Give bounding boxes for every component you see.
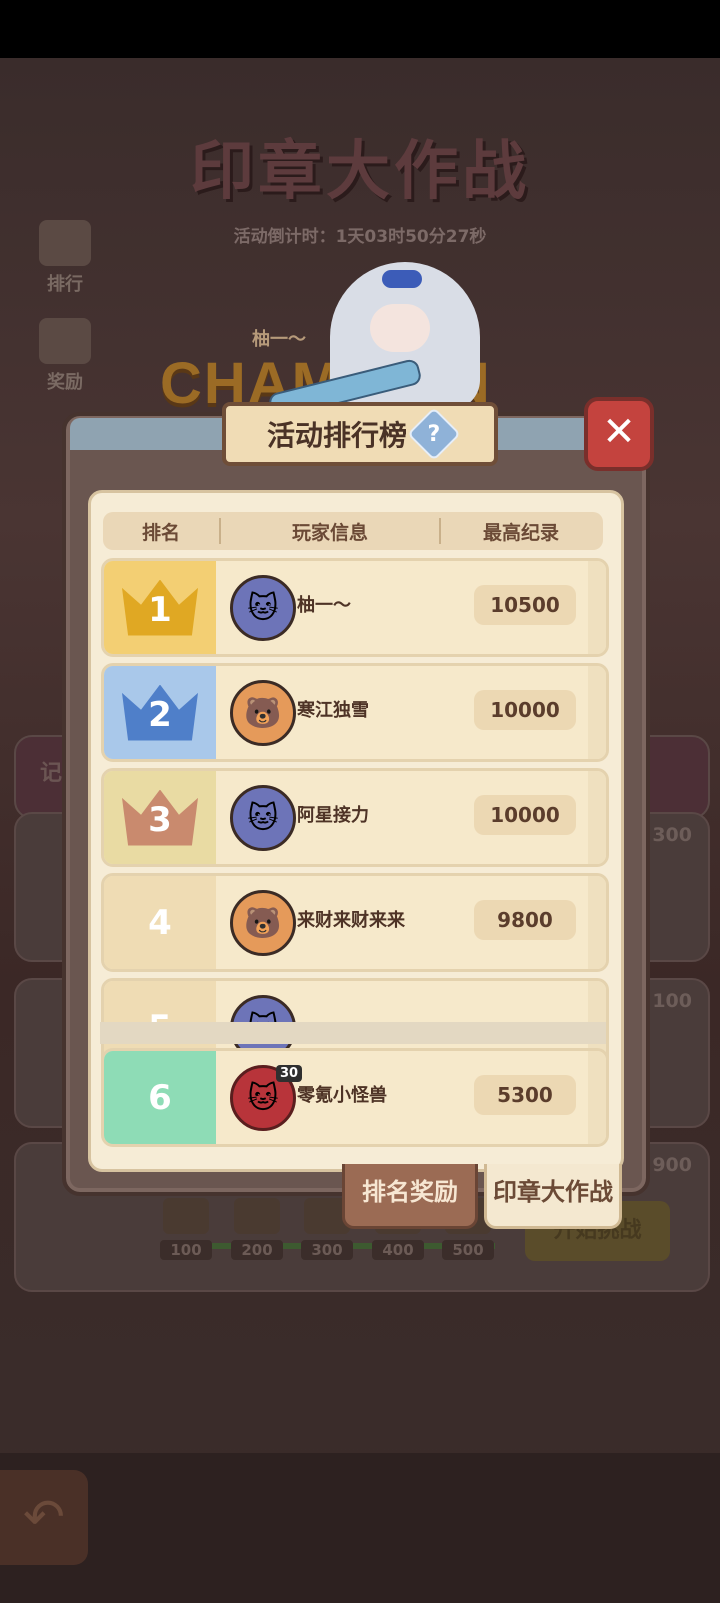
record-tab-label: 记 xyxy=(40,761,63,786)
bg-card-value: 100 xyxy=(652,990,692,1012)
bear-icon: 🐻 xyxy=(230,890,296,956)
side-button-rewards-label: 奖励 xyxy=(47,372,83,393)
dialog-title: 活动排行榜 xyxy=(266,419,407,452)
player-score: 10000 xyxy=(474,690,576,730)
player-name: 柚一～ xyxy=(297,595,351,616)
cat-icon: 🐱 xyxy=(230,785,296,851)
milestone-chest[interactable]: 200 xyxy=(231,1198,283,1260)
milestone-label: 300 xyxy=(301,1240,353,1260)
event-countdown: 活动倒计时：1天03时50分27秒 xyxy=(233,227,487,247)
milestone-label: 400 xyxy=(372,1240,424,1260)
player-name: 阿星接力 xyxy=(297,805,369,826)
my-rank-row[interactable]: 6 🐱 30 零氪小怪兽 5300 xyxy=(101,1048,609,1147)
bear-icon: 🐻 xyxy=(230,680,296,746)
leaderboard-row[interactable]: 3 🐱 阿星接力 10000 xyxy=(101,768,609,867)
player-score: 10000 xyxy=(474,795,576,835)
rank-number: 4 xyxy=(148,902,172,943)
rank-badge: 3 xyxy=(104,771,216,864)
player-score: 10500 xyxy=(474,585,576,625)
rank-badge: 2 xyxy=(104,666,216,759)
side-button-ranking-label: 排行 xyxy=(47,274,83,295)
level-badge: 30 xyxy=(276,1065,303,1082)
rank-number: 6 xyxy=(148,1077,172,1118)
dialog-title-banner: 活动排行榜 ? xyxy=(222,402,498,466)
back-icon[interactable]: ↶ xyxy=(0,1470,88,1565)
rank-badge: 6 xyxy=(104,1051,216,1144)
rank-badge: 4 xyxy=(104,876,216,969)
column-best: 最高纪录 xyxy=(482,521,559,544)
player-name: 寒江独雪 xyxy=(297,700,369,721)
silver-crown-icon: 2 xyxy=(122,684,198,741)
leaderboard-row[interactable]: 2 🐻 寒江独雪 10000 xyxy=(101,663,609,762)
side-button-ranking[interactable]: 排行 xyxy=(30,220,100,296)
milestone-label: 100 xyxy=(160,1240,212,1260)
champion-name: 柚一～ xyxy=(252,329,306,350)
side-button-rewards[interactable]: 奖励 xyxy=(30,318,100,394)
player-score: 5300 xyxy=(474,1075,576,1115)
chest-icon xyxy=(234,1198,280,1234)
milestone-chest[interactable]: 100 xyxy=(160,1198,212,1260)
bg-card-value: 900 xyxy=(652,1154,692,1176)
tab-stamp-battle[interactable]: 印章大作战 xyxy=(484,1164,622,1229)
bronze-crown-icon: 3 xyxy=(122,789,198,846)
player-score: 9800 xyxy=(474,900,576,940)
help-icon[interactable]: ? xyxy=(407,407,461,461)
gold-crown-icon: 1 xyxy=(122,579,198,636)
chest-icon xyxy=(163,1198,209,1234)
tab-rank-rewards[interactable]: 排名奖励 xyxy=(342,1164,478,1229)
leaderboard-row[interactable]: 4 🐻 来财来财来来 9800 xyxy=(101,873,609,972)
bottom-bar xyxy=(0,1450,720,1603)
column-rank: 排名 xyxy=(141,521,180,544)
trophy-icon xyxy=(39,220,91,266)
gift-icon xyxy=(39,318,91,364)
player-name: 来财来财来来 xyxy=(297,910,405,931)
scroll-mask xyxy=(100,1022,606,1044)
status-bar xyxy=(0,0,720,58)
close-button[interactable]: ✕ xyxy=(584,397,654,471)
leaderboard-row[interactable]: 1 🐱 柚一～ 10500 xyxy=(101,558,609,657)
player-name: 零氪小怪兽 xyxy=(297,1085,387,1106)
milestone-label: 500 xyxy=(442,1240,494,1260)
event-title: 印章大作战 xyxy=(190,135,530,209)
leaderboard-header: 排名 玩家信息 最高纪录 xyxy=(103,512,603,550)
cat-icon: 🐱 xyxy=(230,575,296,641)
rank-badge: 1 xyxy=(104,561,216,654)
column-player: 玩家信息 xyxy=(291,521,368,544)
bg-card-value: 300 xyxy=(652,824,692,846)
milestone-label: 200 xyxy=(231,1240,283,1260)
